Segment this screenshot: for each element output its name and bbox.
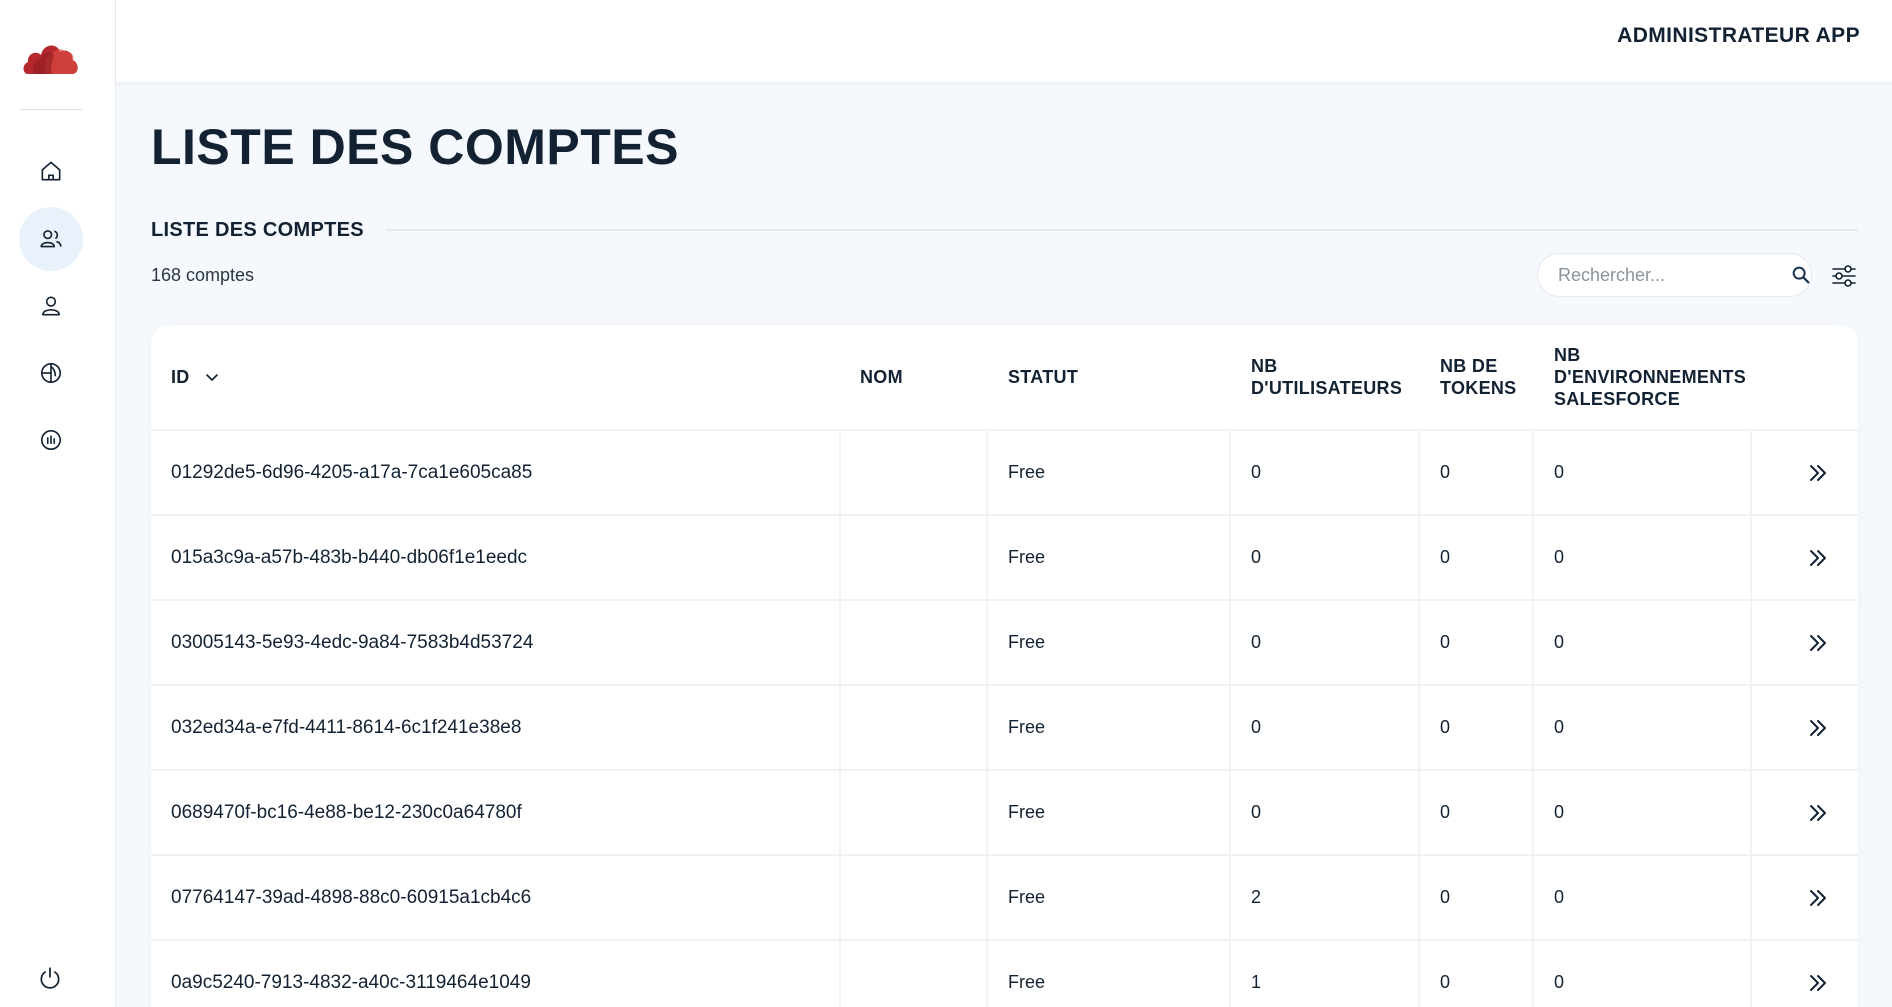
cell-users: 0 xyxy=(1231,686,1420,769)
table-row[interactable]: 032ed34a-e7fd-4411-8614-6c1f241e38e8 Free… xyxy=(151,686,1858,771)
cell-nom xyxy=(841,431,988,514)
section-title: LISTE DES COMPTES xyxy=(151,219,364,241)
cell-environments: 0 xyxy=(1534,771,1752,854)
cell-users: 0 xyxy=(1231,516,1420,599)
column-header-nom[interactable]: NOM xyxy=(841,325,988,429)
cell-statut: Free xyxy=(988,856,1231,939)
column-header-id[interactable]: ID xyxy=(151,325,841,429)
cell-id: 0689470f-bc16-4e88-be12-230c0a64780f xyxy=(151,771,841,854)
sidebar xyxy=(0,0,116,1007)
cell-users: 0 xyxy=(1231,601,1420,684)
table-row[interactable]: 03005143-5e93-4edc-9a84-7583b4d53724 Free… xyxy=(151,601,1858,686)
table-row[interactable]: 07764147-39ad-4898-88c0-60915a1cb4c6 Free… xyxy=(151,856,1858,941)
cell-environments: 0 xyxy=(1534,856,1752,939)
cell-users: 2 xyxy=(1231,856,1420,939)
column-header-id-label: ID xyxy=(171,367,190,387)
cell-environments: 0 xyxy=(1534,941,1752,1007)
topbar: ADMINISTRATEUR APP xyxy=(116,0,1892,82)
cell-nom xyxy=(841,686,988,769)
cell-tokens: 0 xyxy=(1420,516,1534,599)
stats-icon xyxy=(40,429,62,451)
cell-tokens: 0 xyxy=(1420,771,1534,854)
cell-statut: Free xyxy=(988,686,1231,769)
cell-nom xyxy=(841,601,988,684)
double-chevron-right-icon[interactable] xyxy=(1806,716,1830,740)
cell-statut: Free xyxy=(988,941,1231,1007)
cell-id: 01292de5-6d96-4205-a17a-7ca1e605ca85 xyxy=(151,431,841,514)
row-action-cell xyxy=(1752,941,1858,1007)
filter-settings-icon[interactable] xyxy=(1830,262,1858,290)
search-box xyxy=(1537,253,1812,297)
cell-tokens: 0 xyxy=(1420,601,1534,684)
row-action-cell xyxy=(1752,686,1858,769)
power-icon xyxy=(40,967,60,989)
cell-tokens: 0 xyxy=(1420,431,1534,514)
cell-environments: 0 xyxy=(1534,601,1752,684)
cell-statut: Free xyxy=(988,601,1231,684)
cell-statut: Free xyxy=(988,516,1231,599)
cell-users: 1 xyxy=(1231,941,1420,1007)
cell-nom xyxy=(841,941,988,1007)
cell-environments: 0 xyxy=(1534,431,1752,514)
page-title: LISTE DES COMPTES xyxy=(151,119,680,175)
logout-button[interactable] xyxy=(33,961,67,995)
chevron-down-icon[interactable] xyxy=(204,369,220,385)
cell-nom xyxy=(841,856,988,939)
table-row[interactable]: 0689470f-bc16-4e88-be12-230c0a64780f Free… xyxy=(151,771,1858,856)
sidebar-item-user[interactable] xyxy=(19,274,83,338)
column-header-statut[interactable]: STATUT xyxy=(988,325,1231,429)
double-chevron-right-icon[interactable] xyxy=(1806,461,1830,485)
account-count: 168 comptes xyxy=(151,265,255,285)
cell-tokens: 0 xyxy=(1420,856,1534,939)
logo-cloud-icon[interactable] xyxy=(22,34,82,78)
double-chevron-right-icon[interactable] xyxy=(1806,631,1830,655)
accounts-table: ID NOM STATUT NB D'UTILISATEURS NB DE TO… xyxy=(151,325,1858,1007)
users-icon xyxy=(40,230,62,248)
home-icon xyxy=(41,161,61,181)
cell-tokens: 0 xyxy=(1420,686,1534,769)
sidebar-divider xyxy=(20,109,82,110)
sidebar-item-accounts[interactable] xyxy=(19,207,83,271)
row-action-cell xyxy=(1752,856,1858,939)
cell-id: 032ed34a-e7fd-4411-8614-6c1f241e38e8 xyxy=(151,686,841,769)
table-header-row: ID NOM STATUT NB D'UTILISATEURS NB DE TO… xyxy=(151,325,1858,431)
cell-id: 03005143-5e93-4edc-9a84-7583b4d53724 xyxy=(151,601,841,684)
cell-id: 0a9c5240-7913-4832-a40c-3119464e1049 xyxy=(151,941,841,1007)
cell-id: 07764147-39ad-4898-88c0-60915a1cb4c6 xyxy=(151,856,841,939)
row-action-cell xyxy=(1752,771,1858,854)
column-header-action xyxy=(1752,325,1858,429)
search-icon[interactable] xyxy=(1790,264,1812,286)
column-header-tokens[interactable]: NB DE TOKENS xyxy=(1420,325,1534,429)
row-action-cell xyxy=(1752,431,1858,514)
user-icon xyxy=(42,296,60,316)
double-chevron-right-icon[interactable] xyxy=(1806,971,1830,995)
column-header-users[interactable]: NB D'UTILISATEURS xyxy=(1231,325,1420,429)
double-chevron-right-icon[interactable] xyxy=(1806,886,1830,910)
cell-users: 0 xyxy=(1231,431,1420,514)
sidebar-item-environments[interactable] xyxy=(19,341,83,405)
globe-icon xyxy=(40,362,62,384)
cell-statut: Free xyxy=(988,431,1231,514)
cell-users: 0 xyxy=(1231,771,1420,854)
double-chevron-right-icon[interactable] xyxy=(1806,801,1830,825)
cell-nom xyxy=(841,516,988,599)
cell-tokens: 0 xyxy=(1420,941,1534,1007)
row-action-cell xyxy=(1752,601,1858,684)
section-divider xyxy=(386,229,1858,231)
cell-statut: Free xyxy=(988,771,1231,854)
cell-nom xyxy=(841,771,988,854)
cell-environments: 0 xyxy=(1534,516,1752,599)
cell-id: 015a3c9a-a57b-483b-b440-db06f1e1eedc xyxy=(151,516,841,599)
sidebar-item-home[interactable] xyxy=(19,139,83,203)
user-menu[interactable]: ADMINISTRATEUR APP xyxy=(1617,24,1860,48)
cell-environments: 0 xyxy=(1534,686,1752,769)
sidebar-item-stats[interactable] xyxy=(19,408,83,472)
table-row[interactable]: 0a9c5240-7913-4832-a40c-3119464e1049 Free… xyxy=(151,941,1858,1007)
double-chevron-right-icon[interactable] xyxy=(1806,546,1830,570)
column-header-environments[interactable]: NB D'ENVIRONNEMENTS SALESFORCE xyxy=(1534,325,1752,429)
search-input[interactable] xyxy=(1558,264,1790,286)
row-action-cell xyxy=(1752,516,1858,599)
table-row[interactable]: 01292de5-6d96-4205-a17a-7ca1e605ca85 Free… xyxy=(151,431,1858,516)
table-row[interactable]: 015a3c9a-a57b-483b-b440-db06f1e1eedc Free… xyxy=(151,516,1858,601)
